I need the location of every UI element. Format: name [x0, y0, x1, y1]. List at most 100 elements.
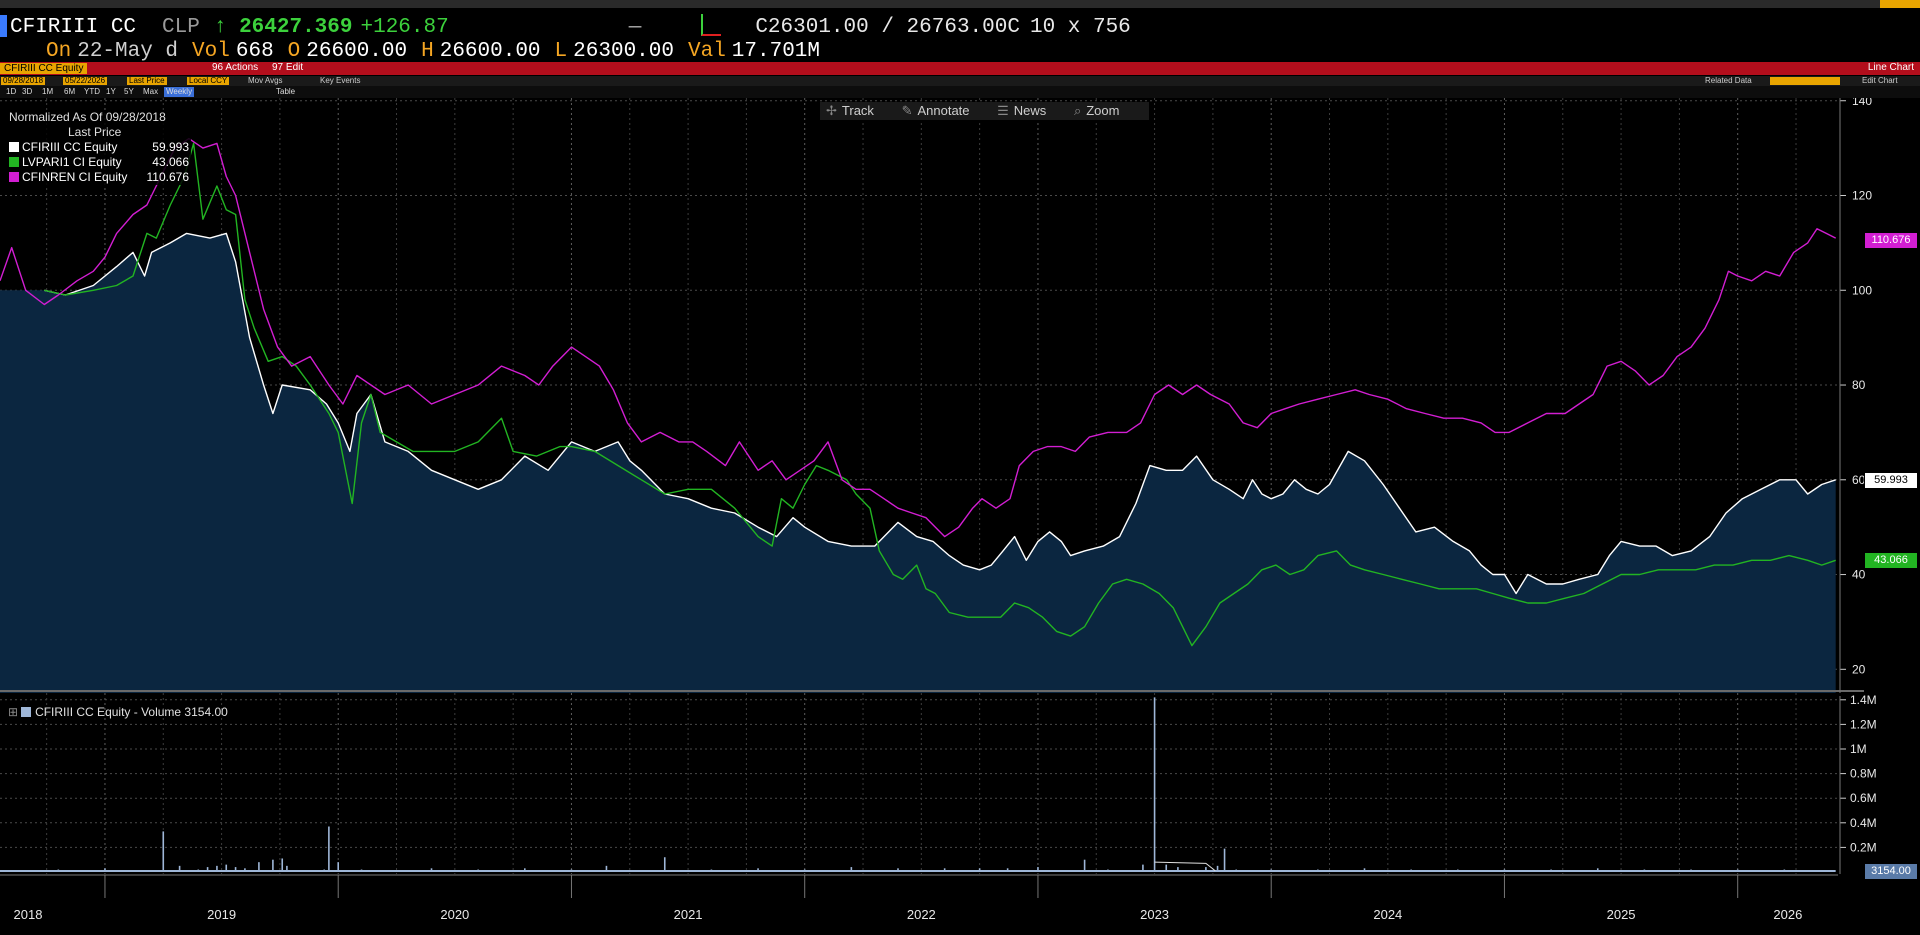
bid-ask-size: 10 x 756	[1029, 16, 1131, 39]
chart-legend: Normalized As Of 09/28/2018 Last Price C…	[6, 110, 191, 185]
track-label: Track	[841, 103, 874, 118]
news-label: News	[1013, 103, 1047, 118]
legend-subheading: Last Price	[68, 125, 122, 139]
volume-tick-label: 0.2M	[1850, 840, 1877, 854]
alert-indicator	[1880, 0, 1920, 8]
price-tick-label: 140	[1852, 98, 1872, 108]
period-1m[interactable]: 1M	[42, 87, 53, 97]
last-value-tag-lvpari1: 43.066	[1864, 552, 1918, 570]
currency-select[interactable]: Local CCY	[187, 77, 230, 85]
open-value: 26600.00	[306, 40, 408, 63]
price-tick-label: 20	[1852, 662, 1866, 676]
volume-tick-label: 1M	[1850, 742, 1867, 756]
key-events-toggle[interactable]: Key Events	[320, 76, 360, 86]
price-field-select[interactable]: Last Price	[127, 77, 167, 85]
edit-menu[interactable]: 97 Edit	[272, 62, 303, 73]
settings-row: 09/28/2018 05/22/2026 Last Price Local C…	[0, 76, 1920, 86]
zoom-tool[interactable]: ⌕ Zoom	[1074, 103, 1132, 118]
window-top-strip	[0, 0, 1920, 8]
year-label: 2026	[1773, 907, 1802, 922]
vol-label: Vol	[192, 40, 230, 63]
news-icon: ☰	[997, 103, 1009, 118]
magnifier-icon: ⌕	[1073, 103, 1082, 118]
legend-label: CFINREN CI Equity	[22, 170, 128, 184]
security-marker	[0, 15, 7, 37]
legend-swatch	[9, 157, 19, 167]
actions-bar: CFIRIII CC Equity 96 Actions 97 Edit Lin…	[0, 62, 1920, 75]
last-price-value: 26427.369	[239, 16, 353, 39]
bid-ask: C26301.00 / 26763.00C	[755, 16, 1020, 39]
period-ytd[interactable]: YTD	[84, 87, 100, 97]
on-label: On	[46, 40, 72, 63]
volume-legend[interactable]: ⊞ CFIRIII CC Equity - Volume 3154.00	[8, 705, 228, 719]
price-tick-label: 100	[1852, 283, 1872, 297]
period-5y[interactable]: 5Y	[124, 87, 134, 97]
year-label: 2019	[207, 907, 236, 922]
period-weekly[interactable]: Weekly	[164, 87, 195, 97]
dash: —	[628, 16, 642, 39]
news-tool[interactable]: ☰ News	[997, 103, 1058, 118]
price-tick-label: 40	[1852, 568, 1866, 582]
period-max[interactable]: Max	[143, 87, 158, 97]
legend-item-cfinren[interactable]: CFINREN CI Equity 110.676	[6, 170, 191, 185]
volume-tick-label: 0.4M	[1850, 816, 1877, 830]
chart-canvas[interactable]: 20406080100120140 0.2M0.4M0.6M0.8M1M1.2M…	[0, 98, 1920, 935]
low-label: L	[554, 40, 568, 63]
table-button[interactable]: Table	[276, 87, 295, 97]
edit-chart-button[interactable]: Edit Chart	[1862, 76, 1898, 86]
period-1d[interactable]: 1D	[6, 87, 16, 97]
last-value-tag-cfiriii: 59.993	[1864, 471, 1918, 489]
val-value: 17.701M	[731, 40, 821, 63]
ticker[interactable]: CFIRIII CC	[10, 16, 136, 39]
legend-label: LVPARI1 CI Equity	[22, 155, 122, 169]
currency: CLP	[162, 16, 200, 39]
low-value: 26300.00	[573, 40, 674, 63]
legend-value: 43.066	[152, 155, 189, 169]
legend-value: 59.993	[152, 140, 189, 154]
volume-tick-label: 0.6M	[1850, 791, 1877, 805]
trade-date: 22-May d	[77, 40, 179, 63]
legend-value: 110.676	[146, 170, 190, 184]
annotate-tool[interactable]: ✎ Annotate	[902, 103, 982, 118]
val-label: Val	[687, 40, 726, 63]
legend-swatch	[9, 142, 19, 152]
zoom-label: Zoom	[1086, 103, 1120, 118]
mov-avgs-toggle[interactable]: Mov Avgs	[248, 76, 283, 86]
year-label: 2021	[674, 907, 703, 922]
year-label: 2023	[1140, 907, 1169, 922]
legend-item-lvpari1[interactable]: LVPARI1 CI Equity 43.066	[6, 155, 191, 170]
end-date-field[interactable]: 05/22/2026	[63, 77, 108, 85]
legend-item-cfiriii[interactable]: CFIRIII CC Equity 59.993	[6, 140, 191, 155]
last-price: ↑ 26427.369	[213, 16, 353, 39]
security-field[interactable]: CFIRIII CC Equity	[0, 63, 88, 74]
volume-tick-label: 1.2M	[1850, 717, 1877, 731]
high-label: H	[421, 40, 434, 63]
legend-swatch	[9, 172, 19, 182]
year-label: 2024	[1373, 907, 1402, 922]
chart-type-label: Line Chart	[1867, 62, 1914, 73]
expand-icon: ⊞	[8, 705, 19, 719]
track-tool[interactable]: ✢ Track	[826, 103, 886, 118]
volume-swatch	[21, 707, 32, 717]
related-data-button[interactable]: Related Data	[1705, 76, 1752, 86]
start-date-field[interactable]: 09/28/2018	[1, 77, 46, 85]
period-row: 1D 3D 1M 6M YTD 1Y 5Y Max Weekly Table	[0, 86, 1920, 98]
period-1y[interactable]: 1Y	[106, 87, 116, 97]
year-label: 2018	[14, 907, 43, 922]
actions-menu[interactable]: 96 Actions	[212, 62, 258, 73]
year-label: 2022	[907, 907, 936, 922]
price-tick-label: 80	[1852, 378, 1866, 392]
legend-label: CFIRIII CC Equity	[22, 140, 118, 154]
date-input[interactable]	[1770, 77, 1840, 85]
year-label: 2025	[1607, 907, 1636, 922]
pencil-icon: ✎	[901, 103, 913, 118]
last-value-tag-cfinren: 110.676	[1864, 231, 1918, 249]
chart-tools: ✢ Track ✎ Annotate ☰ News ⌕ Zoom	[820, 102, 1150, 120]
high-value: 26600.00	[439, 40, 541, 63]
volume-legend-label: CFIRIII CC Equity - Volume 3154.00	[35, 705, 228, 719]
period-3d[interactable]: 3D	[22, 87, 32, 97]
price-tick-label: 120	[1852, 189, 1872, 203]
period-6m[interactable]: 6M	[64, 87, 75, 97]
quote-header: CFIRIII CC CLP ↑ 26427.369 +126.87 — C26301.0…	[0, 8, 1920, 63]
volume-tick-label: 1.4M	[1850, 693, 1877, 707]
